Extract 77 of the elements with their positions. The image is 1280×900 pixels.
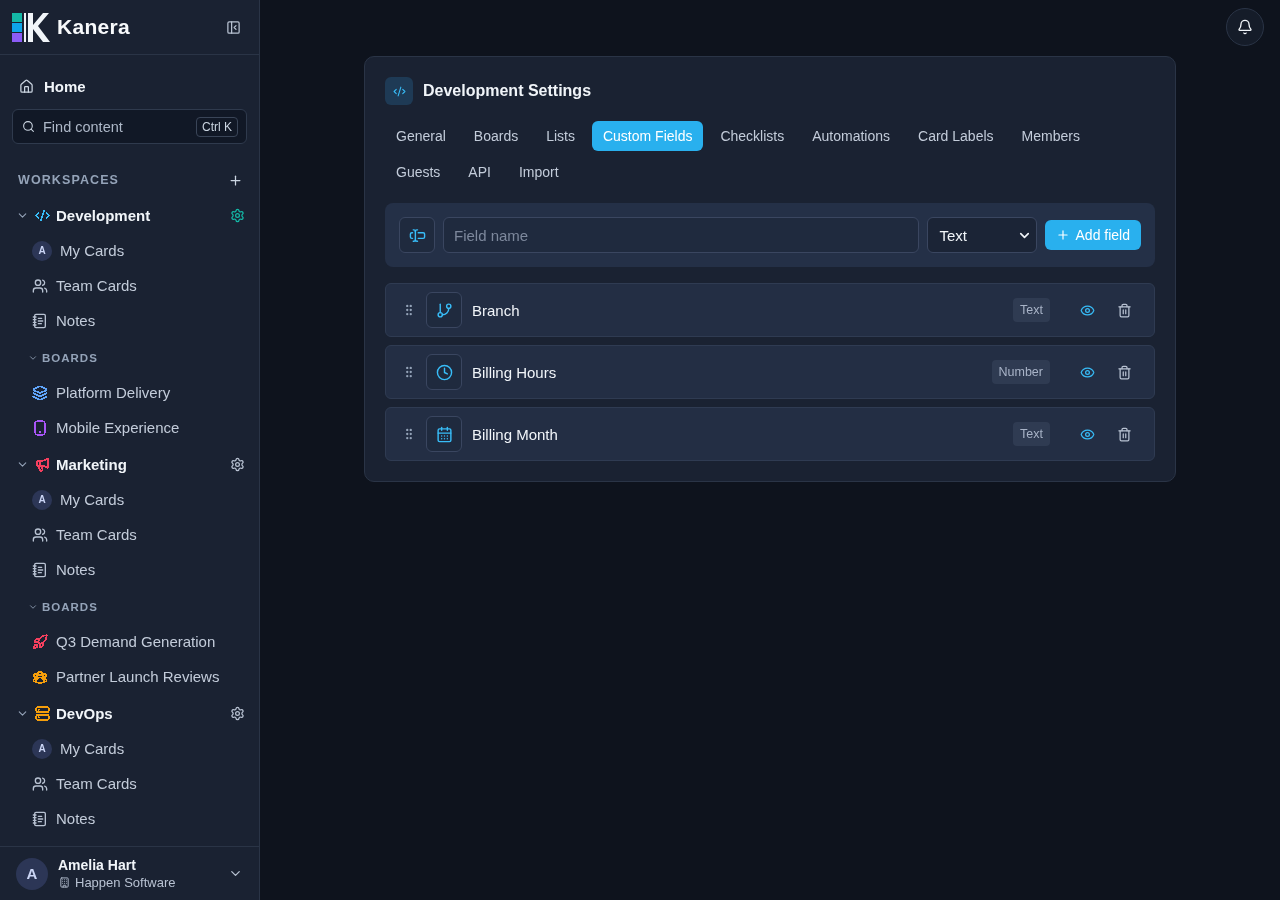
logo-icon <box>12 12 50 42</box>
settings-icon[interactable] <box>230 208 245 223</box>
bell-icon <box>1237 19 1253 35</box>
avatar: A <box>32 738 52 759</box>
people-icon <box>32 277 48 294</box>
field-name: Billing Hours <box>472 363 557 381</box>
tab[interactable]: Members <box>1010 121 1091 151</box>
notebook-icon <box>32 561 48 578</box>
avatar: A <box>32 489 52 510</box>
text-cursor-icon <box>408 226 426 244</box>
eye-icon[interactable] <box>1080 426 1095 442</box>
tab[interactable]: Import <box>507 157 570 187</box>
nav-link[interactable]: Home <box>12 68 94 104</box>
user-name: Amelia Hart <box>58 857 136 873</box>
nav-link[interactable]: Notes <box>12 303 96 338</box>
trash-icon[interactable] <box>1117 302 1132 318</box>
home-icon <box>19 78 34 94</box>
workspace-item[interactable]: Marketing <box>16 456 127 473</box>
notebook-icon <box>32 810 48 827</box>
board-link[interactable]: Mobile Experience <box>12 410 180 445</box>
trash-icon[interactable] <box>1117 364 1132 380</box>
building-icon <box>59 877 70 888</box>
panel-title: Development Settings <box>423 82 592 100</box>
tab[interactable]: Guests <box>385 157 452 187</box>
nav-link[interactable]: A My Cards <box>12 233 125 268</box>
tab[interactable]: Checklists <box>709 121 796 151</box>
nav-link[interactable]: Notes <box>12 801 96 836</box>
boards-section-toggle[interactable]: BOARDS <box>12 589 98 624</box>
nav-link[interactable]: Notes <box>12 552 96 587</box>
notebook-icon <box>32 312 48 329</box>
nav-link[interactable]: Team Cards <box>12 268 137 303</box>
search-icon <box>22 120 35 133</box>
field-name-input[interactable]: Field name <box>443 217 919 253</box>
shortcut-hint: Ctrl K <box>196 117 238 137</box>
code-icon <box>385 77 413 105</box>
field-icon-button[interactable] <box>399 217 435 253</box>
eye-icon[interactable] <box>1080 302 1095 318</box>
settings-icon[interactable] <box>230 706 245 721</box>
tab[interactable]: API <box>457 157 502 187</box>
tab[interactable]: Card Labels <box>907 121 1005 151</box>
nav-link[interactable]: A My Cards <box>12 731 125 766</box>
app-name: Kanera <box>57 15 130 39</box>
field-type-select[interactable]: Text <box>926 217 1037 253</box>
trash-icon[interactable] <box>1117 426 1132 442</box>
clock-icon <box>426 354 462 390</box>
eye-icon[interactable] <box>1080 364 1095 380</box>
tab[interactable]: Boards <box>462 121 530 151</box>
panel-collapse-icon[interactable] <box>226 19 241 35</box>
people-icon <box>32 775 48 792</box>
notifications-button[interactable] <box>1226 8 1264 46</box>
user-avatar: A <box>16 857 48 890</box>
workspace-item[interactable]: DevOps <box>16 705 113 722</box>
organization-name: Happen Software <box>75 875 176 890</box>
people-icon <box>32 526 48 543</box>
board-link[interactable]: Platform Delivery <box>12 375 171 410</box>
nav-link[interactable]: A My Cards <box>12 482 125 517</box>
boards-section-toggle[interactable]: BOARDS <box>12 340 98 375</box>
calendar-icon <box>426 416 462 452</box>
nav-link[interactable]: Team Cards <box>12 766 137 801</box>
board-link[interactable]: Q3 Demand Generation <box>12 624 216 659</box>
plus-icon <box>1055 228 1070 242</box>
branch-icon <box>426 292 462 328</box>
plus-icon[interactable] <box>228 172 243 188</box>
tab[interactable]: General <box>385 121 457 151</box>
tab[interactable]: Automations <box>801 121 902 151</box>
section-title: WORKSPACES <box>18 173 120 187</box>
tab[interactable]: Lists <box>535 121 586 151</box>
field-type-badge: Text <box>1013 422 1050 446</box>
field-name: Branch <box>472 301 520 319</box>
workspace-item[interactable]: Development <box>16 207 151 224</box>
nav-link[interactable]: Team Cards <box>12 517 137 552</box>
board-link[interactable]: Partner Launch Reviews <box>12 659 220 694</box>
field-type-badge: Number <box>991 360 1050 384</box>
field-type-badge: Text <box>1013 298 1050 322</box>
field-name: Billing Month <box>472 425 558 443</box>
avatar: A <box>32 240 52 261</box>
settings-icon[interactable] <box>230 457 245 472</box>
